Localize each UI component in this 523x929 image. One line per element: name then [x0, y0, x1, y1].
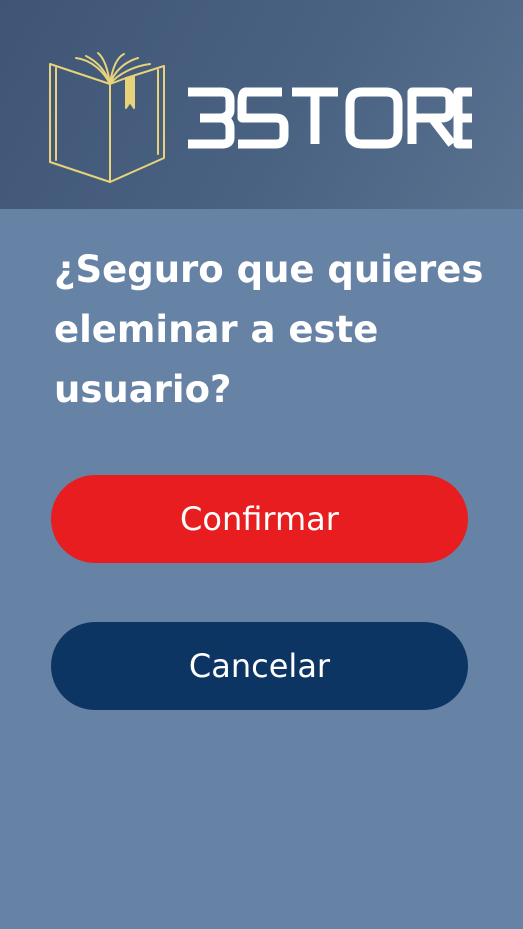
app-header: [0, 0, 523, 209]
open-book-icon: [49, 52, 165, 183]
delete-user-confirmation-text: ¿Seguro que quieres eleminar a este usua…: [54, 248, 484, 411]
bstore-logo-text: [188, 87, 472, 149]
confirm-button[interactable]: Confirmar: [51, 475, 468, 563]
cancel-button[interactable]: Cancelar: [51, 622, 468, 710]
